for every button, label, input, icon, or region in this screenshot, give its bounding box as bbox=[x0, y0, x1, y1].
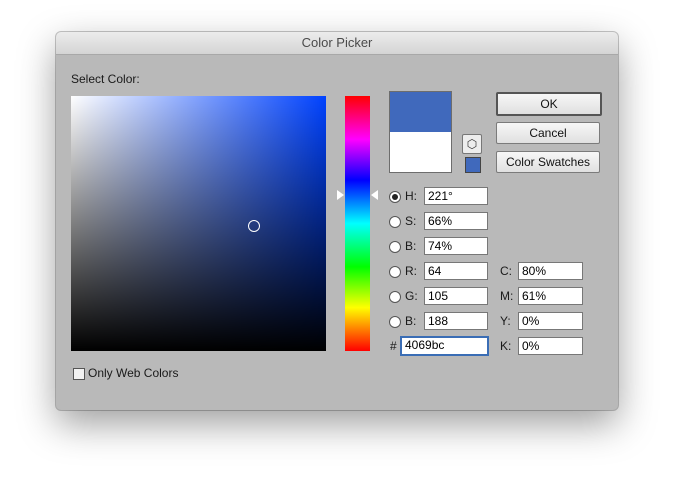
saturation-radio[interactable] bbox=[389, 216, 401, 228]
green-field[interactable]: 105 bbox=[424, 287, 488, 305]
blue-field[interactable]: 188 bbox=[424, 312, 488, 330]
hue-slider[interactable] bbox=[345, 96, 370, 351]
cube-icon[interactable]: ⬡ bbox=[462, 134, 482, 154]
yellow-field[interactable]: 0% bbox=[518, 312, 583, 330]
color-field-cursor[interactable] bbox=[248, 220, 260, 232]
red-label: R: bbox=[405, 264, 417, 278]
window-title: Color Picker bbox=[56, 32, 618, 55]
current-color-swatch[interactable] bbox=[390, 132, 451, 172]
only-web-colors-label: Only Web Colors bbox=[88, 366, 179, 380]
web-safe-color-swatch[interactable] bbox=[465, 157, 481, 173]
hue-radio[interactable] bbox=[389, 191, 401, 203]
only-web-colors-checkbox[interactable] bbox=[73, 368, 85, 380]
red-radio[interactable] bbox=[389, 266, 401, 278]
black-label: K: bbox=[500, 339, 512, 353]
hue-field[interactable]: 221° bbox=[424, 187, 488, 205]
saturation-brightness-field[interactable] bbox=[71, 96, 326, 351]
hex-field[interactable]: 4069bc bbox=[400, 336, 489, 356]
new-color-swatch bbox=[390, 92, 451, 132]
brightness-label: B: bbox=[405, 239, 417, 253]
ok-button[interactable]: OK bbox=[496, 92, 602, 116]
select-color-label: Select Color: bbox=[71, 72, 140, 86]
blue-radio[interactable] bbox=[389, 316, 401, 328]
magenta-field[interactable]: 61% bbox=[518, 287, 583, 305]
cyan-field[interactable]: 80% bbox=[518, 262, 583, 280]
hex-label: # bbox=[390, 339, 397, 353]
color-swatches-button[interactable]: Color Swatches bbox=[496, 151, 600, 173]
black-field[interactable]: 0% bbox=[518, 337, 583, 355]
green-radio[interactable] bbox=[389, 291, 401, 303]
cancel-button[interactable]: Cancel bbox=[496, 122, 600, 144]
hue-slider-left-arrow-icon[interactable] bbox=[337, 190, 344, 200]
green-label: G: bbox=[405, 289, 418, 303]
brightness-radio[interactable] bbox=[389, 241, 401, 253]
magenta-label: M: bbox=[500, 289, 514, 303]
saturation-label: S: bbox=[405, 214, 417, 228]
blue-label: B: bbox=[405, 314, 417, 328]
cyan-label: C: bbox=[500, 264, 512, 278]
saturation-field[interactable]: 66% bbox=[424, 212, 488, 230]
hue-slider-right-arrow-icon[interactable] bbox=[371, 190, 378, 200]
hue-label: H: bbox=[405, 189, 417, 203]
red-field[interactable]: 64 bbox=[424, 262, 488, 280]
color-preview bbox=[389, 91, 452, 173]
yellow-label: Y: bbox=[500, 314, 511, 328]
brightness-field[interactable]: 74% bbox=[424, 237, 488, 255]
color-picker-window: Color Picker Select Color: ⬡ OK Cancel C… bbox=[56, 32, 618, 410]
